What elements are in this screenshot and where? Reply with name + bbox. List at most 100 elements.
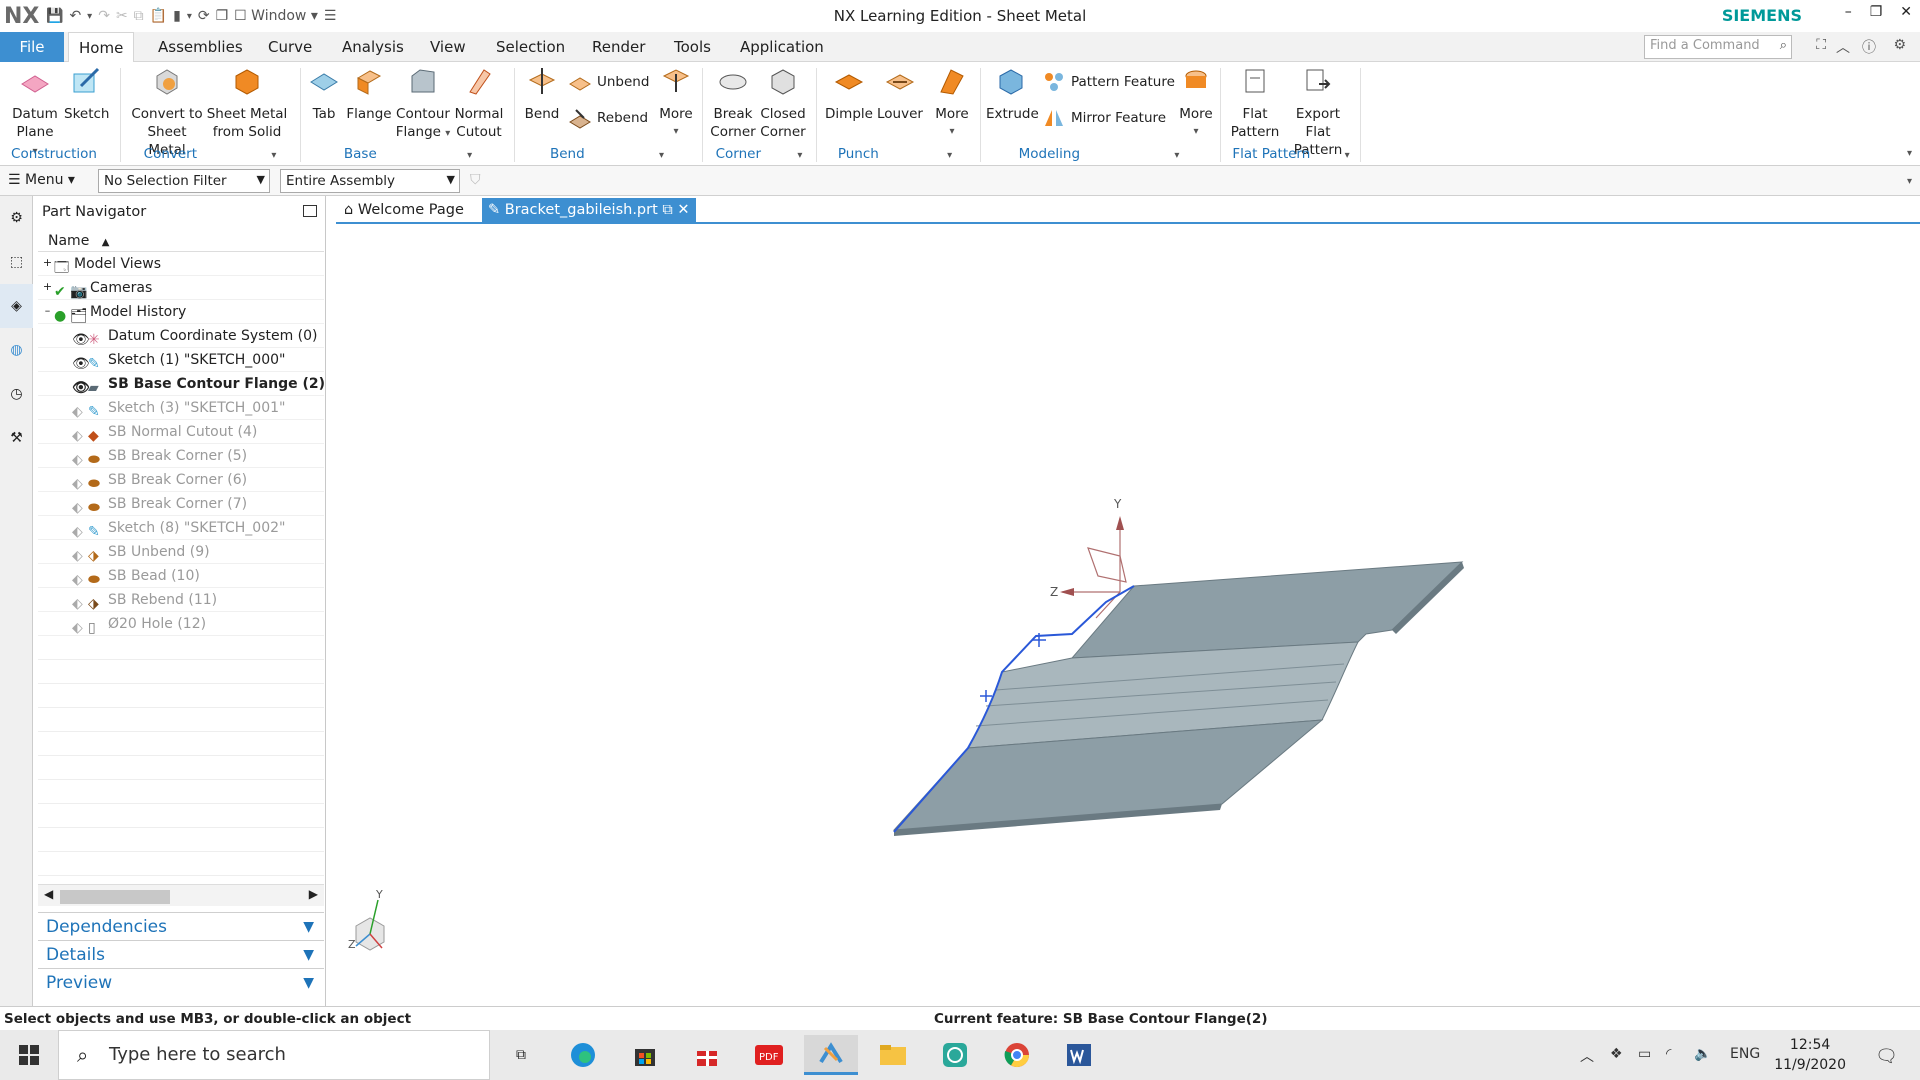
sheet-metal-from-solid-button[interactable]: Sheet Metal from Solid <box>206 64 288 141</box>
restore-icon[interactable]: ❐ <box>1870 4 1883 20</box>
tree-node-feature[interactable]: ⬖ ⬬ SB Break Corner (6) <box>38 468 324 492</box>
copy-icon[interactable]: ⧉ <box>134 8 144 24</box>
modeling-more-button[interactable]: More ▾ <box>1174 64 1218 141</box>
paste-icon[interactable]: 📋 <box>150 8 167 24</box>
bend-button[interactable]: Bend <box>520 64 564 123</box>
tab-view[interactable]: View <box>420 32 476 62</box>
tree-node-feature[interactable]: ⬖ ⬗ SB Rebend (11) <box>38 588 324 612</box>
preview-panel[interactable]: Preview ▼ <box>38 968 324 996</box>
break-corner-button[interactable]: Break Corner <box>708 64 758 141</box>
settings-icon[interactable]: ⚙ <box>1893 37 1906 53</box>
suppressed-icon[interactable]: ⬖ <box>72 400 88 420</box>
settings-gear-icon[interactable]: ⚙ <box>0 196 33 240</box>
extrude-button[interactable]: Extrude <box>986 64 1039 123</box>
menu-button[interactable]: ☰ Menu ▾ <box>8 172 75 188</box>
edge-browser-icon[interactable] <box>556 1035 610 1075</box>
tree-node-feature[interactable]: ⬖ ◆ SB Normal Cutout (4) <box>38 420 324 444</box>
visible-eye-icon[interactable]: 👁 <box>72 352 90 372</box>
language-indicator[interactable]: ENG <box>1730 1046 1760 1062</box>
tree-node-feature[interactable]: ⬖ ✎ Sketch (8) "SKETCH_002" <box>38 516 324 540</box>
assembly-navigator-icon[interactable]: ⬚ <box>0 240 33 284</box>
roles-icon[interactable]: ⚒ <box>0 416 33 460</box>
collapse-ribbon-icon[interactable]: ︿ <box>1836 37 1850 57</box>
name-column-header[interactable]: Name ▲ <box>38 230 324 252</box>
rebend-button[interactable]: Rebend <box>568 106 648 130</box>
dropbox-icon[interactable]: ❖ <box>1610 1046 1623 1062</box>
save-icon[interactable]: 💾 <box>46 8 63 24</box>
switch-window-icon[interactable]: ❐ <box>216 8 229 24</box>
repeat-command-icon[interactable]: ⟳ <box>198 8 210 24</box>
export-flat-pattern-button[interactable]: Export Flat Pattern <box>1284 64 1352 159</box>
view-triad[interactable]: Y Z <box>348 888 385 951</box>
visible-eye-icon[interactable]: 👁 <box>72 328 90 348</box>
collapse-icon[interactable]: – <box>42 305 53 317</box>
sketch-button[interactable]: Sketch <box>64 64 109 123</box>
tree-node-feature[interactable]: ⬖ ⬬ SB Break Corner (7) <box>38 492 324 516</box>
tab-button[interactable]: Tab <box>302 64 346 123</box>
tab-analysis[interactable]: Analysis <box>332 32 414 62</box>
history-icon[interactable]: ◷ <box>0 372 33 416</box>
suppressed-icon[interactable]: ⬖ <box>72 472 88 492</box>
touch-mode-icon[interactable]: ▮ <box>173 8 181 24</box>
dimple-button[interactable]: Dimple <box>824 64 874 123</box>
tree-node-model-views[interactable]: + 🗔 Model Views <box>38 252 324 276</box>
tab-file[interactable]: File <box>0 32 64 62</box>
tab-home[interactable]: Home <box>68 32 135 62</box>
suppressed-icon[interactable]: ⬖ <box>72 424 88 444</box>
tab-curve[interactable]: Curve <box>258 32 322 62</box>
tree-node-current-feature[interactable]: 👁 ▰ SB Base Contour Flange (2) <box>38 372 325 396</box>
suppressed-icon[interactable]: ⬖ <box>72 520 88 540</box>
horizontal-scrollbar[interactable]: ◀ ▶ <box>38 884 324 906</box>
tab-welcome-page[interactable]: ⌂ Welcome Page <box>338 198 470 222</box>
undo-icon[interactable]: ↶ <box>69 8 81 24</box>
tree-node-feature[interactable]: ⬖ ⬬ SB Bead (10) <box>38 564 324 588</box>
full-screen-icon[interactable]: ⛶ <box>1816 37 1826 53</box>
suppressed-icon[interactable]: ⬖ <box>72 544 88 564</box>
show-hidden-icons-icon[interactable]: ︿ <box>1580 1046 1594 1066</box>
datum-coordinate-system[interactable]: Y Z <box>1050 497 1127 619</box>
tree-node-cameras[interactable]: + ✔ 📷 Cameras <box>38 276 324 300</box>
suppressed-icon[interactable]: ⬖ <box>72 568 88 588</box>
sheet-metal-part[interactable] <box>892 561 1464 836</box>
undo-dropdown-icon[interactable]: ▾ <box>87 11 92 22</box>
scrollbar-thumb[interactable] <box>60 890 170 904</box>
cut-icon[interactable]: ✂ <box>116 8 128 24</box>
expand-icon[interactable]: + <box>42 281 53 293</box>
expand-icon[interactable]: + <box>42 257 53 269</box>
close-icon[interactable]: ✕ <box>1900 4 1912 20</box>
minimize-icon[interactable]: – <box>1845 4 1852 20</box>
scroll-left-icon[interactable]: ◀ <box>44 887 53 901</box>
suppressed-icon[interactable]: ⬖ <box>72 448 88 468</box>
suppressed-icon[interactable]: ⬖ <box>72 616 88 636</box>
redo-icon[interactable]: ↷ <box>98 8 110 24</box>
punch-more-button[interactable]: More ▾ <box>930 64 974 141</box>
details-panel[interactable]: Details ▼ <box>38 940 324 968</box>
dependencies-panel[interactable]: Dependencies ▼ <box>38 912 324 940</box>
louver-button[interactable]: Louver <box>876 64 924 123</box>
selection-filter-dropdown[interactable]: No Selection Filter ▼ <box>98 169 270 193</box>
tree-node-feature[interactable]: 👁 ✎ Sketch (1) "SKETCH_000" <box>38 348 324 372</box>
unbend-button[interactable]: Unbend <box>568 70 649 94</box>
customize-dropdown-icon[interactable]: ☰ <box>324 8 337 24</box>
pdf-reader-icon[interactable]: PDF <box>742 1035 796 1075</box>
whatsapp-icon[interactable] <box>928 1035 982 1075</box>
graphics-window[interactable]: Y Z Y Z <box>336 226 1920 1006</box>
windows-start-button[interactable] <box>0 1030 58 1080</box>
window-menu[interactable]: ☐ Window ▾ <box>234 8 318 24</box>
tab-render[interactable]: Render <box>582 32 655 62</box>
tab-assemblies[interactable]: Assemblies <box>148 32 253 62</box>
file-explorer-icon[interactable] <box>866 1035 920 1075</box>
selection-scope-dropdown[interactable]: Entire Assembly ▼ <box>280 169 460 193</box>
part-navigator-icon[interactable]: ◈ <box>0 284 33 328</box>
visible-eye-icon[interactable]: 👁 <box>72 376 90 396</box>
notifications-icon[interactable]: 🗨 <box>1875 1046 1898 1067</box>
ribbon-options-dropdown-icon[interactable]: ▾ <box>1907 148 1912 159</box>
mirror-feature-button[interactable]: Mirror Feature <box>1042 106 1166 130</box>
bend-more-button[interactable]: More ▾ <box>654 64 698 141</box>
maximize-panel-icon[interactable] <box>303 205 317 217</box>
scroll-right-icon[interactable]: ▶ <box>309 887 318 901</box>
selection-bar-options-icon[interactable]: ▾ <box>1907 176 1912 187</box>
volume-icon[interactable]: 🔈 <box>1694 1046 1711 1062</box>
word-icon[interactable] <box>1052 1035 1106 1075</box>
nx-app-icon[interactable] <box>804 1035 858 1075</box>
